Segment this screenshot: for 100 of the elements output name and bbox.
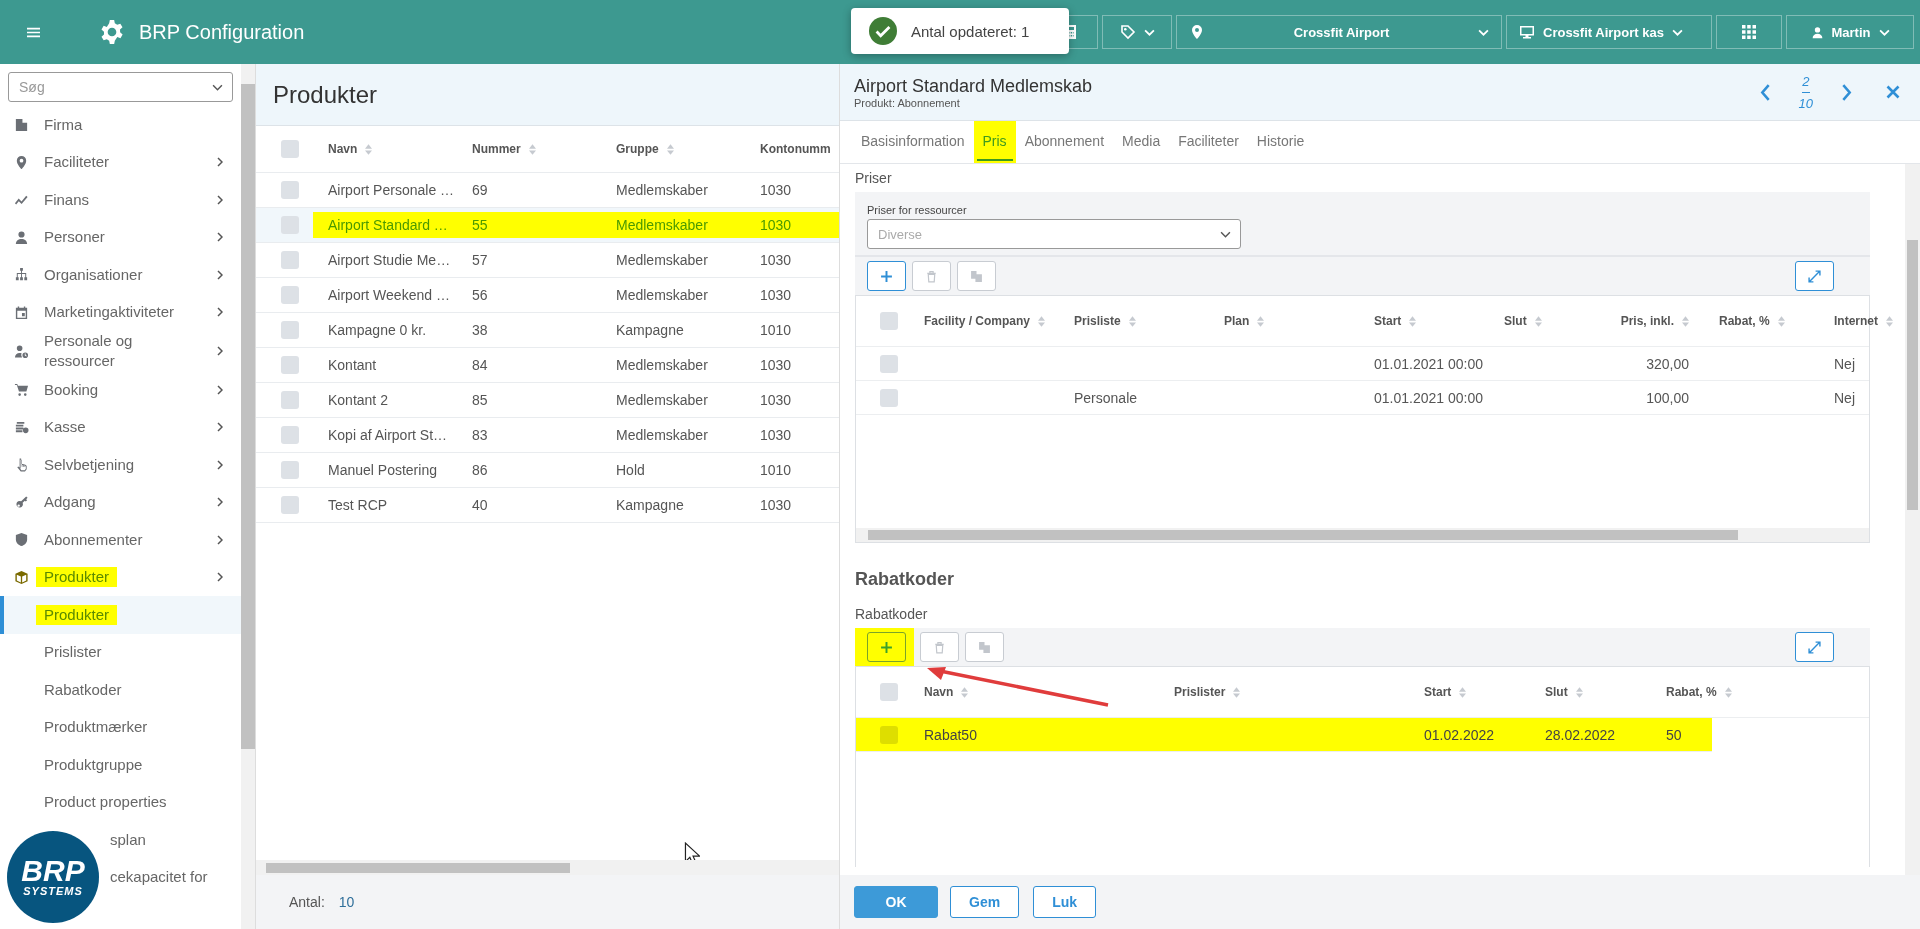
location-dropdown[interactable]: Crossfit Airport [1176,15,1502,49]
tab[interactable]: Basisinformation [855,123,971,161]
checkbox[interactable] [880,388,898,407]
sidebar-item[interactable]: Marketingaktiviteter [0,293,241,331]
sort-icon[interactable] [1409,315,1417,327]
tab[interactable]: Historie [1250,123,1311,161]
sort-icon[interactable] [1534,315,1542,327]
previous-icon[interactable] [1759,83,1771,101]
sort-icon[interactable] [1459,686,1467,698]
scrollbar[interactable] [256,860,839,875]
column-header[interactable]: Facility / Company [924,314,1031,328]
column-header[interactable]: Pris, inkl. [1620,314,1674,328]
column-header[interactable]: Prislister [1174,685,1226,699]
search-field[interactable]: Søg [8,72,233,102]
sidebar-subitem[interactable]: Product properties [0,783,241,821]
sidebar-item[interactable]: Firma [0,106,241,144]
checkbox[interactable] [880,683,898,701]
sort-icon[interactable] [1575,686,1583,698]
apps-button[interactable] [1716,15,1782,49]
sidebar-subitem[interactable]: Produktmærker [0,708,241,746]
sort-icon[interactable] [1886,315,1893,327]
scrollbar[interactable] [241,64,255,929]
resource-select[interactable]: Diverse [867,219,1241,249]
checkbox[interactable] [280,496,299,514]
column-header[interactable]: Kontonumm [760,142,831,156]
sort-icon[interactable] [1682,315,1689,327]
add-button[interactable] [867,261,906,291]
sort-icon[interactable] [1257,315,1265,327]
column-header[interactable]: Slut [1545,685,1568,699]
sort-icon[interactable] [1777,315,1785,327]
table-row[interactable]: Kopi af Airport St… 83 Medlemskaber 1030 [256,418,839,453]
sidebar-item[interactable]: Faciliteter [0,143,241,181]
checkbox[interactable] [280,321,299,339]
checkbox[interactable] [280,461,299,479]
sidebar-subitem[interactable]: splan [104,821,241,859]
sort-icon[interactable] [1128,315,1136,327]
column-header[interactable]: Navn [924,685,954,699]
table-row[interactable]: Kontant 84 Medlemskaber 1030 [256,348,839,383]
add-button[interactable] [867,632,906,662]
sidebar-subitem[interactable]: Prislister [0,633,241,671]
table-row[interactable]: Manuel Postering 86 Hold 1010 [256,453,839,488]
sort-icon[interactable] [961,686,969,698]
table-row[interactable]: Test RCP 40 Kampagne 1030 [256,488,839,523]
checkbox[interactable] [280,391,299,409]
sidebar-item[interactable]: Produkter [0,558,241,596]
scrollbar[interactable] [1905,164,1920,875]
sidebar-item[interactable]: Personale og ressourcer [0,331,241,371]
sort-icon[interactable] [1233,686,1241,698]
tab[interactable]: Media [1116,123,1167,161]
column-header[interactable]: Prisliste [1074,314,1121,328]
user-menu[interactable]: Martin [1786,15,1914,49]
sort-icon[interactable] [365,143,373,155]
table-row[interactable]: Kontant 2 85 Medlemskaber 1030 [256,383,839,418]
sidebar-item[interactable]: Selvbetjening [0,446,241,484]
sort-icon[interactable] [528,143,536,155]
checkbox[interactable] [280,251,299,269]
column-header[interactable]: Slut [1504,314,1527,328]
sidebar-item[interactable]: Organisationer [0,256,241,294]
sidebar-item[interactable]: Personer [0,218,241,256]
sort-icon[interactable] [1724,686,1732,698]
sidebar-item[interactable]: Abonnementer [0,521,241,559]
tab[interactable]: Abonnement [1018,123,1111,161]
scrollbar[interactable] [856,528,1869,542]
sidebar-subitem[interactable]: cekapacitet for [104,858,241,896]
column-header[interactable]: Rabat, % [1719,314,1770,328]
checkbox[interactable] [880,312,898,330]
column-header[interactable]: Internet [1834,314,1878,328]
checkbox[interactable] [280,426,299,444]
column-header[interactable]: Rabat, % [1666,685,1717,699]
sidebar-subitem[interactable]: Produkter [0,596,241,634]
sidebar-item[interactable]: Kasse [0,408,241,446]
footer-button[interactable]: Luk [1033,886,1096,918]
sidebar-subitem[interactable]: Produktgruppe [0,746,241,784]
ok-button[interactable]: OK [854,886,938,918]
table-row[interactable]: Rabat50 01.02.2022 28.02.2022 50 [856,718,1712,752]
checkbox[interactable] [280,140,299,158]
table-row[interactable]: Airport Weekend … 56 Medlemskaber 1030 [256,278,839,313]
sort-icon[interactable] [1038,315,1046,327]
column-header[interactable]: Gruppe [616,142,659,156]
checkbox[interactable] [280,286,299,304]
close-icon[interactable] [1886,85,1900,99]
sidebar-item[interactable]: Finans [0,181,241,219]
checkbox[interactable] [880,354,898,373]
column-header[interactable]: Nummer [472,142,521,156]
checkbox[interactable] [880,725,898,744]
next-icon[interactable] [1841,83,1852,101]
table-row[interactable]: Airport Standard … 55 Medlemskaber 1030 [256,208,839,243]
sidebar-subitem[interactable]: Rabatkoder [0,671,241,709]
menu-icon[interactable] [26,25,41,39]
sidebar-item[interactable]: Booking [0,371,241,409]
column-header[interactable]: Start [1374,314,1402,328]
table-row[interactable]: Airport Studie Me… 57 Medlemskaber 1030 [256,243,839,278]
checkbox[interactable] [280,181,299,199]
expand-button[interactable] [1795,632,1834,662]
column-header[interactable]: Navn [328,142,358,156]
register-dropdown[interactable]: Crossfit Airport kas [1506,15,1712,49]
sidebar-item[interactable]: Adgang [0,483,241,521]
column-header[interactable]: Plan [1224,314,1250,328]
expand-button[interactable] [1795,261,1834,291]
tag-dropdown[interactable] [1102,15,1172,49]
